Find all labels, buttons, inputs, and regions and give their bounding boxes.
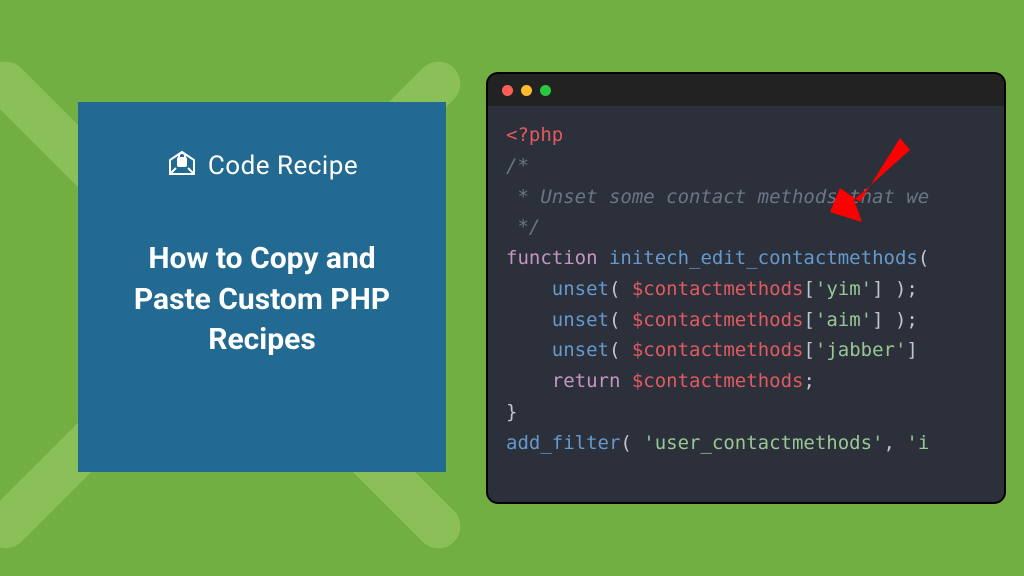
code-comment: /*	[506, 155, 529, 177]
code-string: 'i	[906, 432, 929, 454]
code-window: <?php /* * Unset some contact methods th…	[486, 72, 1006, 504]
code-block: <?php /* * Unset some contact methods th…	[488, 106, 1004, 458]
brand-name: Code Recipe	[208, 151, 358, 181]
code-fn-name: initech_edit_contactmethods	[609, 247, 918, 269]
code-string: 'yim'	[815, 278, 872, 300]
code-token: <?php	[506, 124, 563, 146]
code-call: add_filter	[506, 432, 620, 454]
code-var: $contactmethods	[632, 309, 804, 331]
window-titlebar	[488, 74, 1004, 106]
code-comment: * Unset some contact methods that we	[506, 186, 929, 208]
close-icon	[502, 85, 513, 96]
code-keyword: return	[552, 370, 621, 392]
code-var: $contactmethods	[632, 339, 804, 361]
code-call: unset	[552, 339, 609, 361]
code-string: 'user_contactmethods'	[643, 432, 883, 454]
code-call: unset	[552, 309, 609, 331]
minimize-icon	[521, 85, 532, 96]
code-string: 'aim'	[815, 309, 872, 331]
code-var: $contactmethods	[632, 370, 804, 392]
brand-row: Code Recipe	[110, 146, 414, 185]
zoom-icon	[540, 85, 551, 96]
code-var: $contactmethods	[632, 278, 804, 300]
code-comment: */	[506, 216, 540, 238]
card-title: How to Copy and Paste Custom PHP Recipes	[110, 239, 414, 361]
code-call: unset	[552, 278, 609, 300]
info-card: Code Recipe How to Copy and Paste Custom…	[78, 102, 446, 472]
lock-badge-icon	[166, 146, 198, 185]
code-keyword: function	[506, 247, 598, 269]
code-string: 'jabber'	[815, 339, 907, 361]
